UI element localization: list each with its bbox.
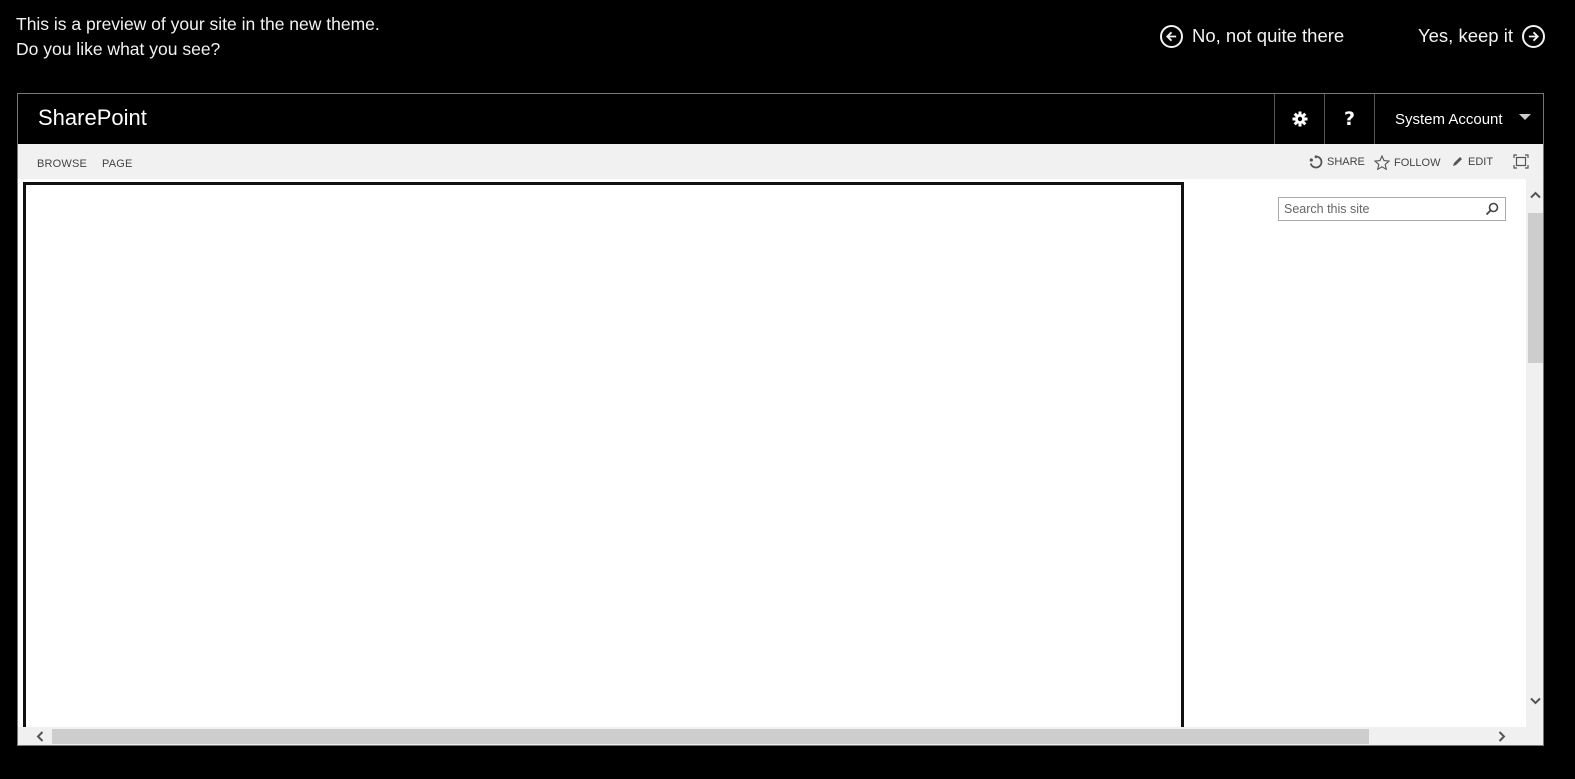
- star-icon: [1374, 155, 1390, 170]
- preview-message-line1: This is a preview of your site in the ne…: [16, 14, 380, 34]
- scroll-right-icon[interactable]: [1498, 731, 1506, 742]
- account-name: System Account: [1395, 110, 1503, 128]
- keep-theme-button[interactable]: Yes, keep it: [1418, 23, 1545, 49]
- scroll-left-icon[interactable]: [36, 731, 44, 742]
- ribbon: BROWSE PAGE SHARE FOLLOW EDIT: [18, 144, 1543, 179]
- keep-theme-label: Yes, keep it: [1418, 25, 1513, 46]
- vertical-scrollbar[interactable]: [1526, 179, 1543, 727]
- sharepoint-brand[interactable]: SharePoint: [38, 105, 147, 131]
- follow-button[interactable]: FOLLOW: [1374, 155, 1440, 170]
- horizontal-scroll-thumb[interactable]: [52, 729, 1369, 744]
- reject-theme-label: No, not quite there: [1192, 25, 1345, 46]
- site-preview-frame: SharePoint ? System Account BROWSE PAGE: [17, 93, 1544, 746]
- preview-message-line2: Do you like what you see?: [16, 39, 221, 59]
- vertical-scroll-thumb[interactable]: [1528, 213, 1543, 363]
- pencil-icon: [1453, 157, 1462, 166]
- gear-icon: [1292, 111, 1307, 127]
- tab-page[interactable]: PAGE: [102, 158, 133, 170]
- arrow-left-circle-icon: [1160, 24, 1183, 48]
- scrollbar-corner: [1526, 727, 1543, 745]
- edit-label: EDIT: [1468, 155, 1494, 168]
- caret-down-icon: [1519, 114, 1531, 120]
- search-icon[interactable]: [1485, 202, 1499, 216]
- page-content: [18, 179, 1526, 735]
- horizontal-scrollbar[interactable]: [18, 727, 1526, 745]
- arrow-right-circle-icon: [1521, 24, 1545, 48]
- tab-browse[interactable]: BROWSE: [37, 158, 87, 170]
- settings-button[interactable]: [1274, 94, 1324, 144]
- focus-content-icon: [1513, 154, 1529, 169]
- account-menu[interactable]: System Account: [1374, 94, 1543, 144]
- share-label: SHARE: [1327, 156, 1365, 168]
- reject-theme-button[interactable]: No, not quite there: [1160, 23, 1344, 49]
- follow-label: FOLLOW: [1394, 156, 1441, 169]
- scroll-up-icon[interactable]: [1530, 191, 1541, 199]
- help-button[interactable]: ?: [1324, 94, 1374, 144]
- suite-bar: SharePoint ? System Account: [18, 94, 1543, 144]
- preview-message: This is a preview of your site in the ne…: [16, 12, 380, 62]
- share-icon: [1309, 155, 1323, 169]
- share-button[interactable]: SHARE: [1309, 155, 1365, 169]
- help-icon: ?: [1343, 108, 1356, 130]
- scroll-down-icon[interactable]: [1530, 697, 1541, 705]
- content-placeholder-box: [23, 182, 1184, 735]
- search-input[interactable]: [1284, 202, 1474, 216]
- edit-button[interactable]: EDIT: [1451, 155, 1493, 168]
- search-box[interactable]: [1278, 197, 1506, 221]
- focus-on-content-button[interactable]: [1513, 154, 1533, 169]
